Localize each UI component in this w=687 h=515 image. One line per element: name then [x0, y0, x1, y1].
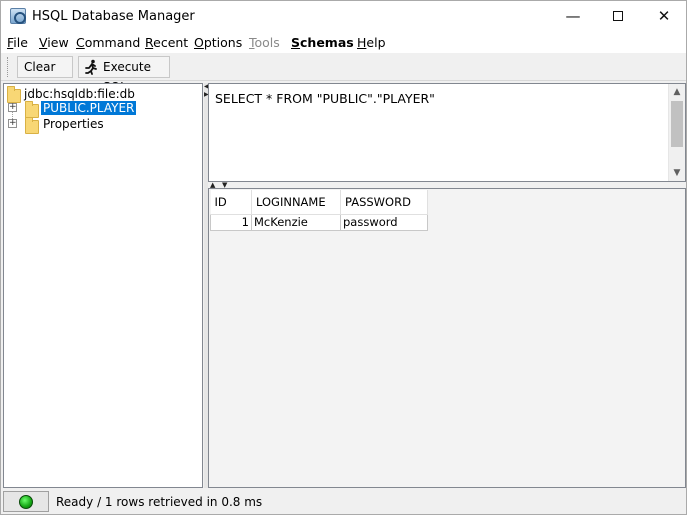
menu-help-hotkey: H [357, 35, 367, 50]
tree-item-properties[interactable]: Properties [43, 117, 104, 131]
menu-schemas-rest: chemas [300, 35, 354, 50]
status-bar: Ready / 1 rows retrieved in 0.8 ms [1, 489, 686, 514]
expand-public-player-icon[interactable]: + [8, 103, 17, 112]
menu-command-rest: ommand [84, 35, 141, 50]
cell-loginname[interactable]: McKenzie [251, 213, 341, 231]
results-panel: ID LOGINNAME PASSWORD 1 McKenzie passwor… [208, 188, 686, 488]
menu-options-hotkey: O [194, 35, 204, 50]
menu-schemas[interactable]: Schemas [291, 35, 354, 50]
scroll-thumb[interactable] [671, 101, 683, 147]
tree-root-label[interactable]: jdbc:hsqldb:file:db [24, 87, 135, 101]
menu-bar: File View Command Recent Options Tools S… [1, 32, 686, 53]
menu-tools-rest: ools [254, 35, 280, 50]
close-button[interactable]: ✕ [641, 1, 687, 32]
menu-options[interactable]: Options [194, 35, 242, 50]
maximize-icon [613, 11, 623, 21]
status-led-icon [19, 495, 33, 509]
menu-command[interactable]: Command [76, 35, 140, 50]
expand-properties-icon[interactable]: + [8, 119, 17, 128]
window-title: HSQL Database Manager [32, 9, 195, 24]
menu-options-rest: ptions [203, 35, 243, 50]
table-row[interactable]: 1 McKenzie password [210, 213, 428, 231]
results-table[interactable]: ID LOGINNAME PASSWORD 1 McKenzie passwor… [210, 190, 428, 231]
public-player-folder-icon [25, 101, 39, 118]
menu-recent-rest: ecent [153, 35, 189, 50]
scroll-up-icon[interactable]: ▲ [669, 84, 685, 100]
menu-help-rest: elp [366, 35, 386, 50]
schema-tree[interactable]: jdbc:hsqldb:file:db + PUBLIC.PLAYER + Pr… [3, 83, 203, 488]
sql-query-text[interactable]: SELECT * FROM "PUBLIC"."PLAYER" [215, 91, 435, 106]
menu-view-rest: iew [47, 35, 69, 50]
results-header-row: ID LOGINNAME PASSWORD [210, 190, 428, 215]
hsql-app-icon [10, 8, 26, 24]
app-window: HSQL Database Manager — ✕ File View Comm… [0, 0, 687, 515]
execute-sql-button[interactable]: Execute SQL [78, 56, 170, 94]
close-icon: ✕ [657, 7, 671, 25]
cell-id[interactable]: 1 [210, 213, 252, 231]
tree-item-public-player[interactable]: PUBLIC.PLAYER [41, 101, 137, 115]
column-header-loginname[interactable]: LOGINNAME [251, 190, 341, 215]
menu-tools: Tools [249, 35, 280, 50]
toolbar: Clear ... Execute SQL [1, 53, 686, 94]
sql-editor-scrollbar[interactable]: ▲ ▼ [668, 84, 685, 181]
results-background [209, 189, 685, 487]
menu-command-hotkey: C [76, 35, 85, 50]
menu-file[interactable]: File [7, 35, 28, 50]
menu-recent[interactable]: Recent [145, 35, 188, 50]
minimize-icon: — [565, 7, 581, 25]
root-folder-icon [7, 86, 21, 103]
scroll-down-icon[interactable]: ▼ [669, 165, 685, 181]
maximize-button[interactable] [595, 1, 641, 32]
properties-folder-icon [25, 117, 39, 134]
status-text: Ready / 1 rows retrieved in 0.8 ms [56, 495, 263, 509]
menu-schemas-hotkey: S [291, 35, 301, 50]
menu-recent-hotkey: R [145, 35, 154, 50]
status-indicator-box [3, 491, 49, 512]
toolbar-grip[interactable] [7, 57, 9, 77]
clear-button[interactable]: Clear ... [17, 56, 73, 94]
column-header-id[interactable]: ID [210, 190, 252, 215]
running-man-icon [85, 59, 97, 75]
title-bar: HSQL Database Manager — ✕ [1, 1, 686, 32]
minimize-button[interactable]: — [550, 1, 596, 32]
menu-file-rest: ile [13, 35, 28, 50]
cell-password[interactable]: password [340, 213, 428, 231]
sql-editor[interactable]: SELECT * FROM "PUBLIC"."PLAYER" ▲ ▼ [208, 83, 686, 182]
menu-help[interactable]: Help [357, 35, 386, 50]
menu-view[interactable]: View [39, 35, 69, 50]
column-header-password[interactable]: PASSWORD [340, 190, 428, 215]
